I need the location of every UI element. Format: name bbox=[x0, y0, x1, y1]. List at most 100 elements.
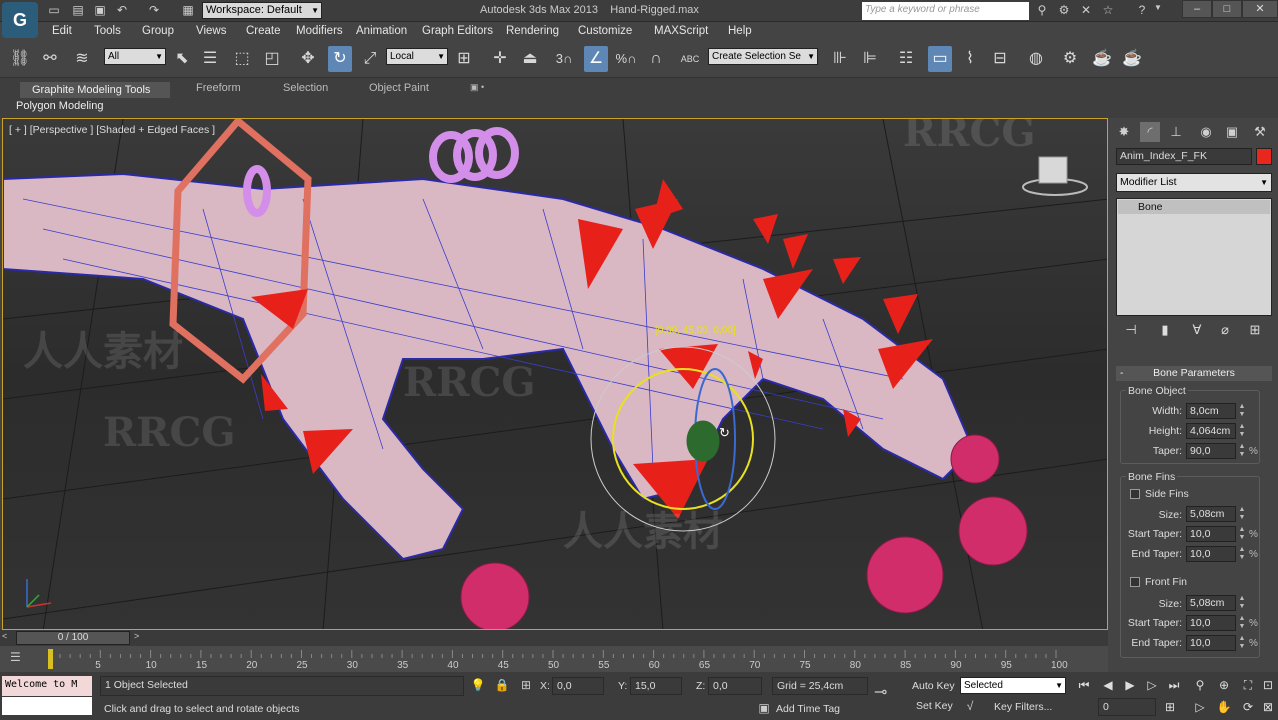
create-tab-icon[interactable]: ✸ bbox=[1114, 122, 1134, 142]
pivot-center-icon[interactable]: ⊞ bbox=[452, 46, 476, 72]
front-end-taper-field[interactable]: 10,0 bbox=[1186, 635, 1236, 651]
side-size-spinner[interactable]: ▲ ▼ bbox=[1238, 506, 1246, 522]
workspace-dropdown[interactable]: Workspace: Default ▼ bbox=[202, 2, 322, 19]
menu-customize[interactable]: Customize bbox=[578, 25, 632, 37]
maximize-button[interactable]: □ bbox=[1212, 0, 1242, 18]
search-input[interactable]: Type a keyword or phrase bbox=[862, 2, 1029, 20]
absolute-mode-icon[interactable]: ⊞ bbox=[518, 678, 534, 694]
display-tab-icon[interactable]: ▣ bbox=[1222, 122, 1242, 142]
isolate-selection-icon[interactable]: 💡 bbox=[470, 678, 486, 694]
go-to-start-icon[interactable]: ⏮ bbox=[1074, 676, 1094, 694]
menu-animation[interactable]: Animation bbox=[356, 25, 407, 37]
time-next-icon[interactable]: > bbox=[134, 631, 146, 645]
binoculars-icon[interactable]: ⚲ bbox=[1034, 3, 1050, 19]
scale-icon[interactable]: ⤢ bbox=[358, 46, 382, 72]
unlink-icon[interactable]: ⚯ bbox=[38, 46, 62, 72]
undo-icon[interactable]: ↶ bbox=[114, 3, 130, 18]
maximize-viewport-icon[interactable]: ⊠ bbox=[1258, 698, 1278, 716]
field-of-view-icon[interactable]: ▷ bbox=[1190, 698, 1210, 716]
keyboard-shortcut-icon[interactable]: ⏏ bbox=[518, 46, 542, 72]
width-spinner[interactable]: ▲ ▼ bbox=[1238, 403, 1246, 419]
edit-named-selection-icon[interactable]: ABC bbox=[678, 46, 702, 72]
front-end-taper-spinner[interactable]: ▲ ▼ bbox=[1238, 635, 1246, 651]
show-end-result-icon[interactable]: ▮ bbox=[1156, 322, 1174, 340]
window-crossing-icon[interactable]: ◰ bbox=[260, 46, 284, 72]
pan-icon[interactable]: ✋ bbox=[1214, 698, 1234, 716]
communication-icon[interactable]: ✕ bbox=[1078, 3, 1094, 19]
side-end-taper-field[interactable]: 10,0 bbox=[1186, 546, 1236, 562]
add-time-tag[interactable]: Add Time Tag bbox=[776, 703, 840, 715]
current-frame-field[interactable]: 0 bbox=[1098, 698, 1156, 716]
play-icon[interactable]: ▶ bbox=[1120, 676, 1140, 694]
reference-coordinate-dropdown[interactable]: Local ▼ bbox=[386, 48, 448, 65]
side-start-taper-field[interactable]: 10,0 bbox=[1186, 526, 1236, 542]
menu-edit[interactable]: Edit bbox=[52, 25, 72, 37]
spinner-snap-icon[interactable]: ∩ bbox=[644, 46, 668, 72]
side-end-taper-spinner[interactable]: ▲ ▼ bbox=[1238, 546, 1246, 562]
current-frame-marker[interactable] bbox=[48, 649, 53, 669]
align-icon[interactable]: ⊫ bbox=[858, 46, 882, 72]
front-size-field[interactable]: 5,08cm bbox=[1186, 595, 1236, 611]
tab-selection[interactable]: Selection bbox=[283, 82, 328, 98]
tab-object-paint[interactable]: Object Paint bbox=[369, 82, 429, 98]
select-object-icon[interactable]: ⬉ bbox=[170, 46, 194, 72]
menu-group[interactable]: Group bbox=[142, 25, 174, 37]
make-unique-icon[interactable]: ∀ bbox=[1188, 322, 1206, 340]
side-start-taper-spinner[interactable]: ▲ ▼ bbox=[1238, 526, 1246, 542]
mirror-icon[interactable]: ⊪ bbox=[828, 46, 852, 72]
maxscript-input[interactable] bbox=[2, 697, 92, 715]
configure-sets-icon[interactable]: ⊞ bbox=[1246, 322, 1264, 340]
percent-snap-icon[interactable]: %∩ bbox=[614, 46, 638, 72]
key-filters-button[interactable]: Key Filters... bbox=[994, 701, 1052, 713]
previous-frame-icon[interactable]: ◀ bbox=[1098, 676, 1118, 694]
front-size-spinner[interactable]: ▲ ▼ bbox=[1238, 595, 1246, 611]
height-spinner[interactable]: ▲ ▼ bbox=[1238, 423, 1246, 439]
hierarchy-tab-icon[interactable]: ⊥ bbox=[1166, 122, 1186, 142]
side-size-field[interactable]: 5,08cm bbox=[1186, 506, 1236, 522]
angle-snap-icon[interactable]: ∠ bbox=[584, 46, 608, 72]
front-start-taper-spinner[interactable]: ▲ ▼ bbox=[1238, 615, 1246, 631]
tab-freeform[interactable]: Freeform bbox=[196, 82, 241, 98]
next-frame-icon[interactable]: ▷ bbox=[1142, 676, 1162, 694]
viewport-label[interactable]: [ + ] [Perspective ] [Shaded + Edged Fac… bbox=[9, 124, 215, 136]
menu-views[interactable]: Views bbox=[196, 25, 226, 37]
link-icon[interactable]: ⛓ bbox=[8, 46, 32, 72]
z-coord-field[interactable]: 0,0 bbox=[708, 677, 762, 695]
selection-filter-dropdown[interactable]: All ▼ bbox=[104, 48, 166, 65]
minimize-button[interactable]: – bbox=[1182, 0, 1212, 18]
time-slider[interactable]: 0 / 100 bbox=[16, 631, 130, 645]
menu-tools[interactable]: Tools bbox=[94, 25, 121, 37]
snap-toggle-icon[interactable]: 3∩ bbox=[552, 46, 576, 72]
mini-curve-editor-icon[interactable]: ☰ bbox=[10, 650, 21, 664]
time-prev-icon[interactable]: < bbox=[2, 631, 14, 645]
project-folder-icon[interactable]: ▦ bbox=[180, 3, 196, 18]
width-field[interactable]: 8,0cm bbox=[1186, 403, 1236, 419]
front-start-taper-field[interactable]: 10,0 bbox=[1186, 615, 1236, 631]
taper-spinner[interactable]: ▲ ▼ bbox=[1238, 443, 1246, 459]
rollout-bone-parameters[interactable]: - Bone Parameters bbox=[1116, 366, 1272, 381]
curve-editor-icon[interactable]: ⌇ bbox=[958, 46, 982, 72]
favorites-star-icon[interactable]: ☆ bbox=[1100, 3, 1116, 19]
render-production-icon[interactable]: ☕ bbox=[1120, 46, 1144, 72]
layer-manager-icon[interactable]: ☷ bbox=[894, 46, 918, 72]
app-logo-button[interactable]: G bbox=[2, 2, 38, 38]
select-by-name-icon[interactable]: ☰ bbox=[198, 46, 222, 72]
go-to-end-icon[interactable]: ⏭ bbox=[1164, 676, 1184, 694]
open-file-icon[interactable]: ▤ bbox=[70, 3, 86, 18]
panel-polygon-modeling[interactable]: Polygon Modeling bbox=[16, 100, 103, 112]
taper-field[interactable]: 90,0 bbox=[1186, 443, 1236, 459]
key-mode-dropdown[interactable]: Selected ▼ bbox=[960, 677, 1066, 694]
bind-space-warp-icon[interactable]: ≋ bbox=[70, 46, 94, 72]
named-selection-dropdown[interactable]: Create Selection Se ▼ bbox=[708, 48, 818, 65]
redo-icon[interactable]: ↷ bbox=[146, 3, 162, 18]
front-fin-checkbox[interactable] bbox=[1130, 577, 1140, 587]
close-button[interactable]: ✕ bbox=[1242, 0, 1278, 18]
menu-create[interactable]: Create bbox=[246, 25, 281, 37]
tab-graphite-modeling-tools[interactable]: Graphite Modeling Tools bbox=[20, 82, 170, 98]
rectangular-selection-icon[interactable]: ⬚ bbox=[230, 46, 254, 72]
ribbon-options-icon[interactable]: ▣ • bbox=[470, 82, 484, 98]
rendered-frame-icon[interactable]: ☕ bbox=[1090, 46, 1114, 72]
menu-maxscript[interactable]: MAXScript bbox=[654, 25, 708, 37]
menu-rendering[interactable]: Rendering bbox=[506, 25, 559, 37]
x-coord-field[interactable]: 0,0 bbox=[552, 677, 604, 695]
